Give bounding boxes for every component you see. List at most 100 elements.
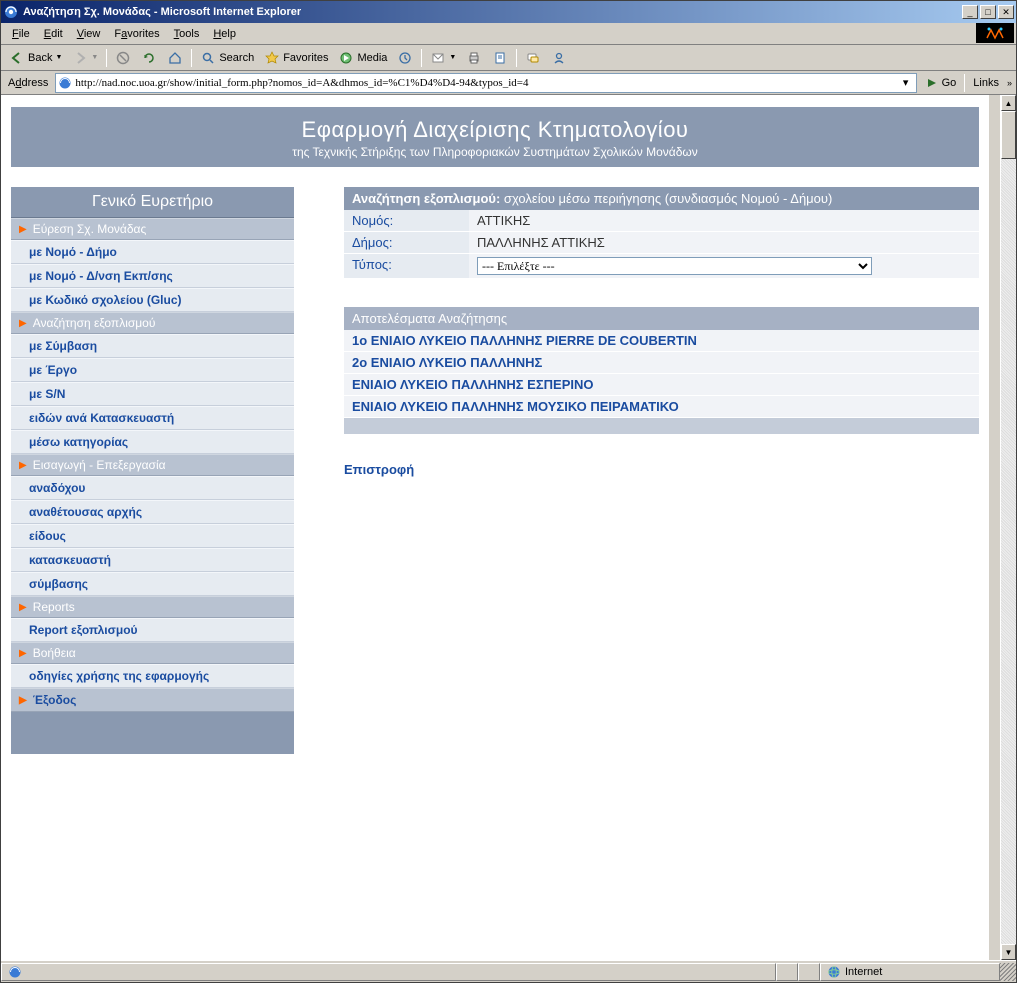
field-value-dimos: ΠΑΛΛΗΝΗΣ ΑΤΤΙΚΗΣ — [469, 232, 979, 253]
sidebar-item-kataskevasti[interactable]: ειδών ανά Κατασκευαστή — [11, 406, 294, 430]
sidebar-item-katigoria[interactable]: μέσω κατηγορίας — [11, 430, 294, 454]
history-button[interactable] — [393, 48, 417, 68]
sidebar-section-label: Reports — [33, 600, 75, 614]
window-title: Αναζήτηση Σχ. Μονάδας - Microsoft Intern… — [23, 6, 962, 18]
mail-button[interactable]: ▼ — [426, 48, 460, 68]
sidebar-item-nomo-dimo[interactable]: με Νομό - Δήμο — [11, 240, 294, 264]
edit-button[interactable] — [488, 48, 512, 68]
back-link[interactable]: Επιστροφή — [344, 462, 414, 477]
sidebar-exit[interactable]: ▶Έξοδος — [11, 688, 294, 712]
sidebar-item-symvasi[interactable]: με Σύμβαση — [11, 334, 294, 358]
favorites-button[interactable]: Favorites — [260, 48, 332, 68]
status-message — [1, 963, 776, 981]
sidebar-section-help[interactable]: ▶Βοήθεια — [11, 642, 294, 664]
scroll-up-button[interactable]: ▲ — [1001, 95, 1016, 111]
typos-select[interactable]: --- Επιλέξτε --- — [477, 257, 872, 275]
status-zone: Internet — [820, 963, 1000, 981]
forward-arrow-icon — [72, 50, 88, 66]
vertical-scrollbar[interactable]: ▲ ▼ — [1000, 95, 1016, 960]
toolbar-separator — [516, 49, 517, 67]
favorites-label: Favorites — [283, 52, 328, 64]
sidebar-title: Γενικό Ευρετήριο — [11, 187, 294, 218]
home-button[interactable] — [163, 48, 187, 68]
menu-view[interactable]: View — [70, 26, 108, 42]
sidebar-section-find[interactable]: ▶ Εύρεση Σχ. Μονάδας — [11, 218, 294, 240]
back-arrow-icon — [9, 50, 25, 66]
result-item[interactable]: 2ο ΕΝΙΑΙΟ ΛΥΚΕΙΟ ΠΑΛΛΗΝΗΣ — [344, 352, 979, 374]
arrow-icon: ▶ — [19, 224, 27, 235]
sidebar-item-report[interactable]: Report εξοπλισμού — [11, 618, 294, 642]
search-label: Search — [219, 52, 254, 64]
browser-window: Αναζήτηση Σχ. Μονάδας - Microsoft Intern… — [0, 0, 1017, 983]
sidebar-item-nomo-dnsi[interactable]: με Νομό - Δ/νση Εκπ/σης — [11, 264, 294, 288]
ie-status-icon — [8, 965, 22, 979]
ie-icon — [3, 4, 19, 20]
sidebar-item-anathetousas[interactable]: αναθέτουσας αρχής — [11, 500, 294, 524]
toolbar-separator — [421, 49, 422, 67]
results-header: Αποτελέσματα Αναζήτησης — [344, 307, 979, 330]
search-button[interactable]: Search — [196, 48, 258, 68]
media-button[interactable]: Media — [334, 48, 391, 68]
sidebar-item-anadoxou[interactable]: αναδόχου — [11, 476, 294, 500]
page-viewport: Εφαρμογή Διαχείρισης Κτηματολογίου της Τ… — [1, 95, 1000, 960]
sidebar-section-label: Αναζήτηση εξοπλισμού — [33, 316, 156, 330]
sidebar-item-ergo[interactable]: με Έργο — [11, 358, 294, 382]
back-dropdown-icon[interactable]: ▼ — [55, 54, 62, 61]
sidebar-item-sn[interactable]: με S/N — [11, 382, 294, 406]
menu-tools[interactable]: Tools — [167, 26, 207, 42]
messenger-button[interactable] — [547, 48, 571, 68]
page-favicon-icon — [58, 76, 72, 90]
result-item[interactable]: ΕΝΙΑΙΟ ΛΥΚΕΙΟ ΠΑΛΛΗΝΗΣ ΕΣΠΕΡΙΝΟ — [344, 374, 979, 396]
content-area: Εφαρμογή Διαχείρισης Κτηματολογίου της Τ… — [1, 95, 1016, 960]
scroll-thumb[interactable] — [1001, 111, 1016, 159]
person-icon — [551, 50, 567, 66]
print-button[interactable] — [462, 48, 486, 68]
toolbar-separator — [964, 74, 965, 92]
scroll-track[interactable] — [1001, 159, 1016, 944]
resize-grip[interactable] — [1000, 963, 1016, 981]
sidebar-section-label: Βοήθεια — [33, 646, 76, 660]
address-input[interactable] — [75, 77, 897, 89]
result-item[interactable]: ΕΝΙΑΙΟ ΛΥΚΕΙΟ ΠΑΛΛΗΝΗΣ ΜΟΥΣΙΚΟ ΠΕΙΡΑΜΑΤΙ… — [344, 396, 979, 418]
sidebar-footer — [11, 712, 294, 754]
sidebar-item-eidous[interactable]: είδους — [11, 524, 294, 548]
go-button[interactable]: Go — [921, 76, 961, 90]
go-icon — [925, 76, 939, 90]
address-dropdown-icon[interactable]: ▾ — [898, 76, 914, 89]
stop-button[interactable] — [111, 48, 135, 68]
arrow-icon: ▶ — [19, 318, 27, 329]
toolbar-separator — [191, 49, 192, 67]
forward-button[interactable]: ▼ — [68, 48, 102, 68]
status-cell — [776, 963, 798, 981]
sidebar-section-edit[interactable]: ▶Εισαγωγή - Επεξεργασία — [11, 454, 294, 476]
search-title-rest: σχολείου μέσω περιήγησης (συνδιασμός Νομ… — [500, 191, 832, 206]
edit-icon — [492, 50, 508, 66]
home-icon — [167, 50, 183, 66]
menu-file[interactable]: File — [5, 26, 37, 42]
result-item[interactable]: 1ο ΕΝΙΑΙΟ ΛΥΚΕΙΟ ΠΑΛΛΗΝΗΣ PIERRE DE COUB… — [344, 330, 979, 352]
sidebar-section-label: Εύρεση Σχ. Μονάδας — [33, 222, 147, 236]
sidebar-section-reports[interactable]: ▶Reports — [11, 596, 294, 618]
address-input-wrap[interactable]: ▾ — [55, 73, 916, 93]
scroll-down-button[interactable]: ▼ — [1001, 944, 1016, 960]
back-button[interactable]: Back ▼ — [5, 48, 66, 68]
sidebar-item-contract[interactable]: σύμβασης — [11, 572, 294, 596]
forward-dropdown-icon[interactable]: ▼ — [91, 54, 98, 61]
close-button[interactable]: ✕ — [998, 5, 1014, 19]
search-icon — [200, 50, 216, 66]
menu-edit[interactable]: Edit — [37, 26, 70, 42]
sidebar-item-guide[interactable]: οδηγίες χρήσης της εφαρμογής — [11, 664, 294, 688]
links-chevron-icon[interactable]: » — [1007, 78, 1012, 88]
sidebar-section-search[interactable]: ▶ Αναζήτηση εξοπλισμού — [11, 312, 294, 334]
minimize-button[interactable]: _ — [962, 5, 978, 19]
sidebar-item-gluc[interactable]: με Κωδικό σχολείου (Gluc) — [11, 288, 294, 312]
app-subtitle: της Τεχνικής Στήριξης των Πληροφοριακών … — [19, 145, 971, 159]
links-label[interactable]: Links — [969, 77, 1003, 89]
discuss-button[interactable] — [521, 48, 545, 68]
refresh-button[interactable] — [137, 48, 161, 68]
menu-help[interactable]: Help — [206, 26, 243, 42]
status-zone-label: Internet — [845, 966, 882, 978]
maximize-button[interactable]: □ — [980, 5, 996, 19]
menu-favorites[interactable]: Favorites — [107, 26, 166, 42]
sidebar-item-manufacturer[interactable]: κατασκευαστή — [11, 548, 294, 572]
